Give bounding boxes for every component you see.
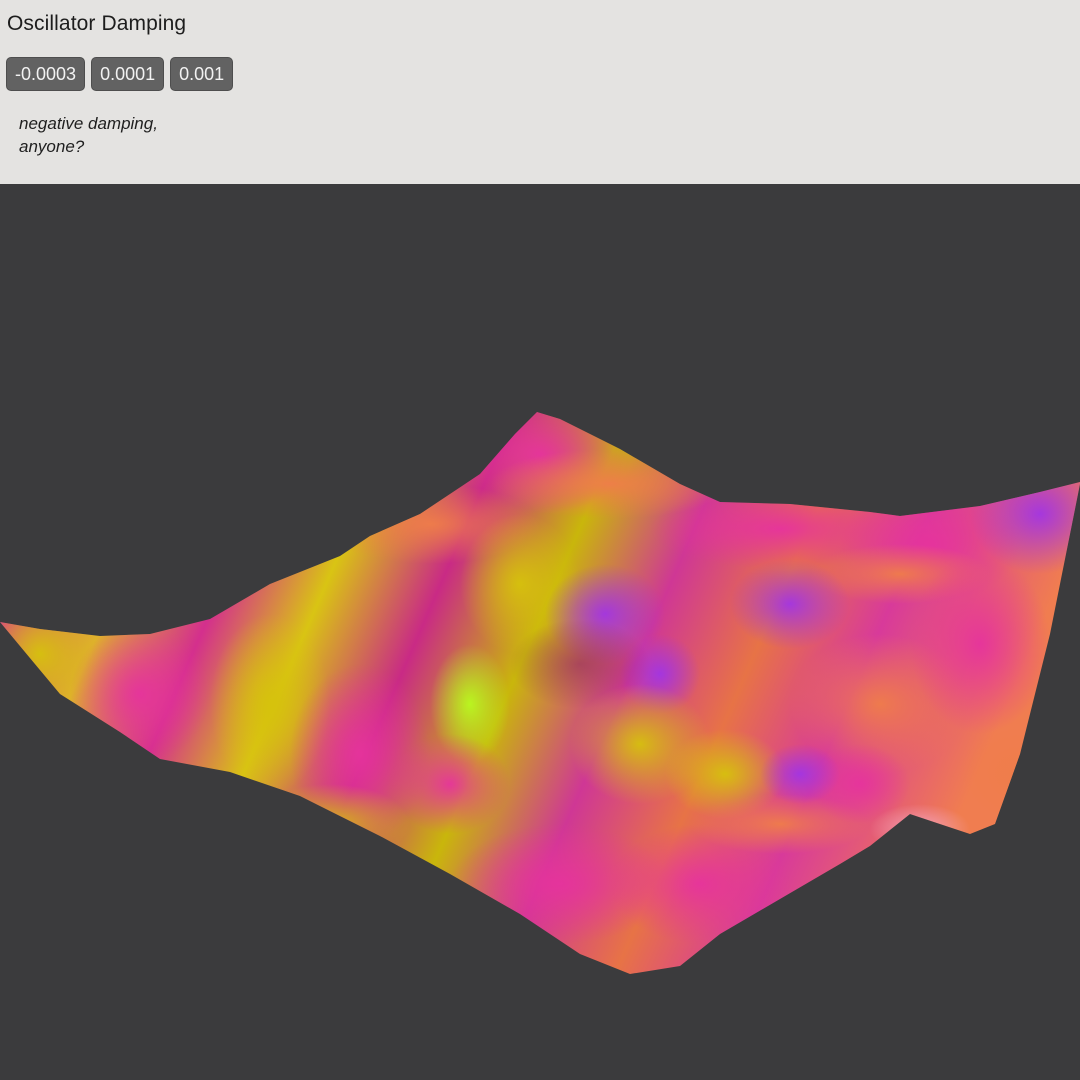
damping-high-button[interactable]: 0.001 — [170, 57, 234, 91]
damping-note-line-1: negative damping, — [19, 114, 158, 133]
surface-shading — [0, 412, 1080, 974]
app-root: Oscillator Damping -0.0003 0.0001 0.001 … — [0, 0, 1080, 1080]
damping-negative-button[interactable]: -0.0003 — [6, 57, 86, 91]
3d-viewport[interactable] — [0, 184, 1080, 1080]
panel-title: Oscillator Damping — [7, 12, 187, 35]
damping-note-line-2: anyone? — [19, 137, 85, 156]
damping-low-button[interactable]: 0.0001 — [91, 57, 165, 91]
wave-surface[interactable] — [0, 184, 1080, 1080]
control-panel: Oscillator Damping -0.0003 0.0001 0.001 … — [0, 0, 1080, 184]
damping-note: negative damping, anyone? — [19, 112, 158, 158]
damping-button-group: -0.0003 0.0001 0.001 — [6, 57, 234, 91]
